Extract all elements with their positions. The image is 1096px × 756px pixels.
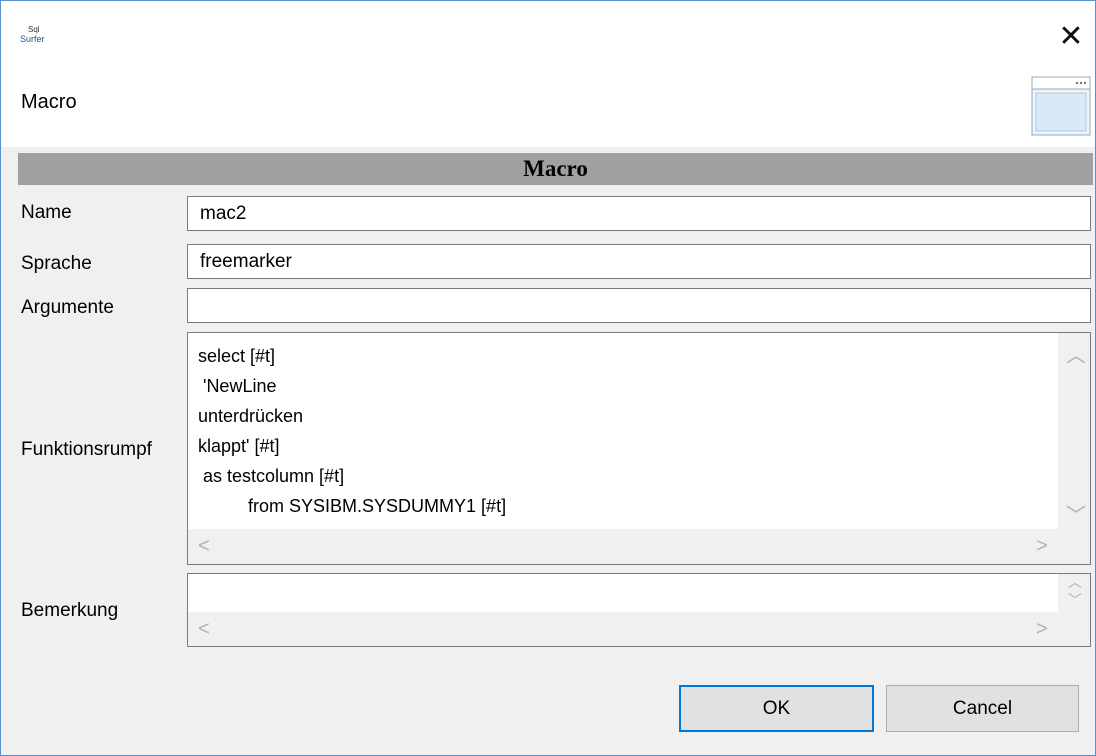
funktionsrumpf-text: select [#t] 'NewLine unterdrücken klappt…: [198, 346, 507, 516]
svg-text:Surfer: Surfer: [20, 34, 45, 44]
ok-button[interactable]: OK: [679, 685, 874, 732]
section-title-bar: Macro: [18, 153, 1093, 185]
argumente-label: Argumente: [21, 297, 114, 318]
scroll-up-icon[interactable]: ︿: [1066, 339, 1086, 368]
scroll-right-icon[interactable]: >: [1036, 618, 1048, 641]
funktionsrumpf-vertical-scrollbar[interactable]: ︿ ﹀: [1058, 333, 1090, 529]
name-field[interactable]: mac2: [187, 196, 1091, 231]
sqlsurfer-logo-icon: Sql Surfer: [20, 25, 45, 44]
sprache-field[interactable]: freemarker: [187, 244, 1091, 279]
scroll-down-icon[interactable]: ﹀: [1068, 590, 1082, 610]
cancel-button[interactable]: Cancel: [886, 685, 1079, 732]
sprache-label: Sprache: [21, 253, 92, 274]
macro-dialog: Sql Surfer ✕ Macro Macro Name mac2 Sprac…: [0, 0, 1096, 756]
name-label: Name: [21, 202, 72, 223]
close-icon[interactable]: ✕: [1053, 19, 1089, 55]
window-graphic-icon: [1031, 76, 1091, 136]
funktionsrumpf-textarea[interactable]: select [#t] 'NewLine unterdrücken klappt…: [187, 332, 1091, 565]
scroll-down-icon[interactable]: ﹀: [1066, 499, 1086, 528]
header-title: Macro: [21, 91, 77, 113]
scroll-right-icon[interactable]: >: [1036, 535, 1048, 558]
bemerkung-horizontal-scrollbar[interactable]: < >: [188, 612, 1090, 646]
funktionsrumpf-horizontal-scrollbar[interactable]: < >: [188, 529, 1090, 564]
bemerkung-textarea[interactable]: ︿ ﹀ < >: [187, 573, 1091, 647]
svg-text:Sql: Sql: [28, 25, 40, 34]
funktionsrumpf-label: Funktionsrumpf: [21, 439, 152, 460]
argumente-field[interactable]: [187, 288, 1091, 323]
scroll-left-icon[interactable]: <: [198, 535, 210, 558]
scroll-left-icon[interactable]: <: [198, 618, 210, 641]
bemerkung-label: Bemerkung: [21, 600, 119, 621]
bemerkung-vertical-scrollbar[interactable]: ︿ ﹀: [1058, 574, 1090, 612]
title-bar: Sql Surfer ✕: [1, 1, 1095, 71]
dialog-header: Macro: [1, 71, 1095, 147]
